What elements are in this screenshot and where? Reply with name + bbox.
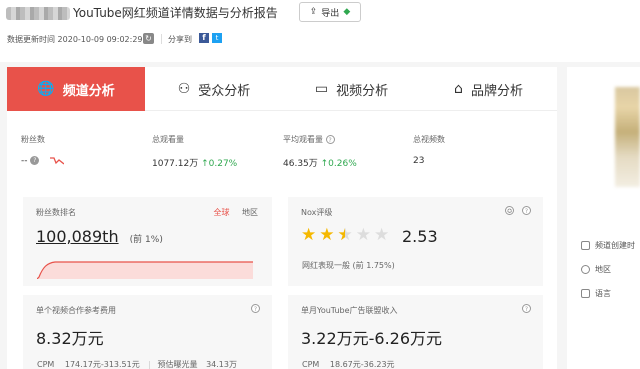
calendar-icon xyxy=(581,241,590,250)
main-panel: 🌐 频道分析 ⚇ 受众分析 ▭ 视频分析 ⌂ 品牌分析 粉丝数 -- ? 总观看… xyxy=(7,67,557,369)
medal-icon: ✪ xyxy=(505,206,514,215)
stat-total-videos: 总视频数 23 xyxy=(413,135,445,166)
refresh-icon[interactable]: ↻ xyxy=(143,33,154,44)
globe-icon: 🌐 xyxy=(37,81,55,97)
rank-percentile: (前 1%) xyxy=(129,235,163,245)
diamond-icon: ◆ xyxy=(343,7,351,17)
scope-region-tab[interactable]: 地区 xyxy=(242,208,258,217)
stat-followers: 粉丝数 -- ? xyxy=(21,134,65,166)
nox-rating-value: 2.53 xyxy=(402,227,438,246)
divider xyxy=(161,34,162,44)
brand-icon: ⌂ xyxy=(454,81,463,97)
help-icon[interactable]: ? xyxy=(251,304,260,313)
nox-rating-card: Nox评级 ✪ ? ★ ★ ★★ ★ ★ 2.53 网红表现一般 (前 1.75… xyxy=(288,197,543,286)
stats-row: 粉丝数 -- ? 总观看量 1077.12万 ↑0.27% 平均观看量 ? 46 xyxy=(7,111,557,186)
star-icon: ★ xyxy=(301,225,317,245)
video-cost-value: 8.32万元 xyxy=(36,329,104,348)
stat-average-views: 平均观看量 ? 46.35万 ↑0.26% xyxy=(283,135,357,169)
star-icon: ★ xyxy=(355,225,371,245)
export-button[interactable]: ⇪ 导出 ◆ xyxy=(299,2,361,22)
rating-stars: ★ ★ ★★ ★ ★ xyxy=(301,225,389,245)
rank-value: 100,089th xyxy=(36,227,119,246)
twitter-icon[interactable]: t xyxy=(212,33,222,43)
adsense-income-card: 单月YouTube广告联盟收入 ? 3.22万元-6.26万元 CPM 18.6… xyxy=(288,295,543,369)
export-icon: ⇪ xyxy=(309,7,318,17)
channel-profile-sidebar: 频道创建时 地区 语言 xyxy=(567,67,640,369)
video-cost-card: 单个视频合作参考费用 ? 8.32万元 CPM 174.17元-313.51元 … xyxy=(23,295,272,369)
help-icon[interactable]: ? xyxy=(522,206,531,215)
help-icon[interactable]: ? xyxy=(30,156,40,165)
scope-global-tab[interactable]: 全球 xyxy=(213,208,229,217)
cpm-value: 18.67元-36.23元 xyxy=(329,360,395,369)
export-label: 导出 xyxy=(321,8,340,19)
star-icon: ★ xyxy=(319,225,335,245)
audience-icon: ⚇ xyxy=(177,81,191,97)
star-icon: ★ xyxy=(374,225,390,245)
cpm-value: 174.17元-313.51元 xyxy=(64,360,140,369)
analysis-tabs: 🌐 频道分析 ⚇ 受众分析 ▭ 视频分析 ⌂ 品牌分析 xyxy=(7,67,557,111)
help-icon[interactable]: ? xyxy=(325,135,335,144)
share-label: 分享到 xyxy=(168,35,192,44)
stat-total-views: 总观看量 1077.12万 ↑0.27% xyxy=(152,135,238,169)
update-time: 数据更新时间 2020-10-09 09:02:29 xyxy=(7,35,143,44)
help-icon[interactable]: ? xyxy=(522,304,531,313)
created-date-row: 频道创建时 xyxy=(581,240,635,251)
video-icon: ▭ xyxy=(314,81,329,97)
follower-rank-card: 粉丝数排名 全球 地区 100,089th (前 1%) xyxy=(23,197,272,286)
tab-video-analysis[interactable]: ▭ 视频分析 xyxy=(283,67,420,111)
region-row: 地区 xyxy=(581,264,611,275)
tab-audience-analysis[interactable]: ⚇ 受众分析 xyxy=(145,67,283,111)
adsense-income-value: 3.22万元-6.26万元 xyxy=(301,329,443,348)
channel-name-blurred xyxy=(6,7,70,20)
facebook-icon[interactable]: f xyxy=(199,33,209,43)
location-icon xyxy=(581,265,590,274)
trend-sparkline xyxy=(50,156,65,165)
language-row: 语言 xyxy=(581,288,611,299)
tab-brand-analysis[interactable]: ⌂ 品牌分析 xyxy=(420,67,557,111)
tab-channel-analysis[interactable]: 🌐 频道分析 xyxy=(7,67,145,111)
avatar xyxy=(615,87,640,187)
nox-rating-description: 网红表现一般 (前 1.75%) xyxy=(302,261,395,270)
page-title: YouTube网红频道详情数据与分析报告 xyxy=(73,6,278,20)
language-icon xyxy=(581,289,590,298)
star-half-icon: ★★ xyxy=(337,225,353,245)
rank-trend-chart xyxy=(37,261,253,279)
exposure-value: 34.13万 xyxy=(206,360,237,369)
page-header: YouTube网红频道详情数据与分析报告 ⇪ 导出 ◆ 数据更新时间 2020-… xyxy=(0,0,640,62)
